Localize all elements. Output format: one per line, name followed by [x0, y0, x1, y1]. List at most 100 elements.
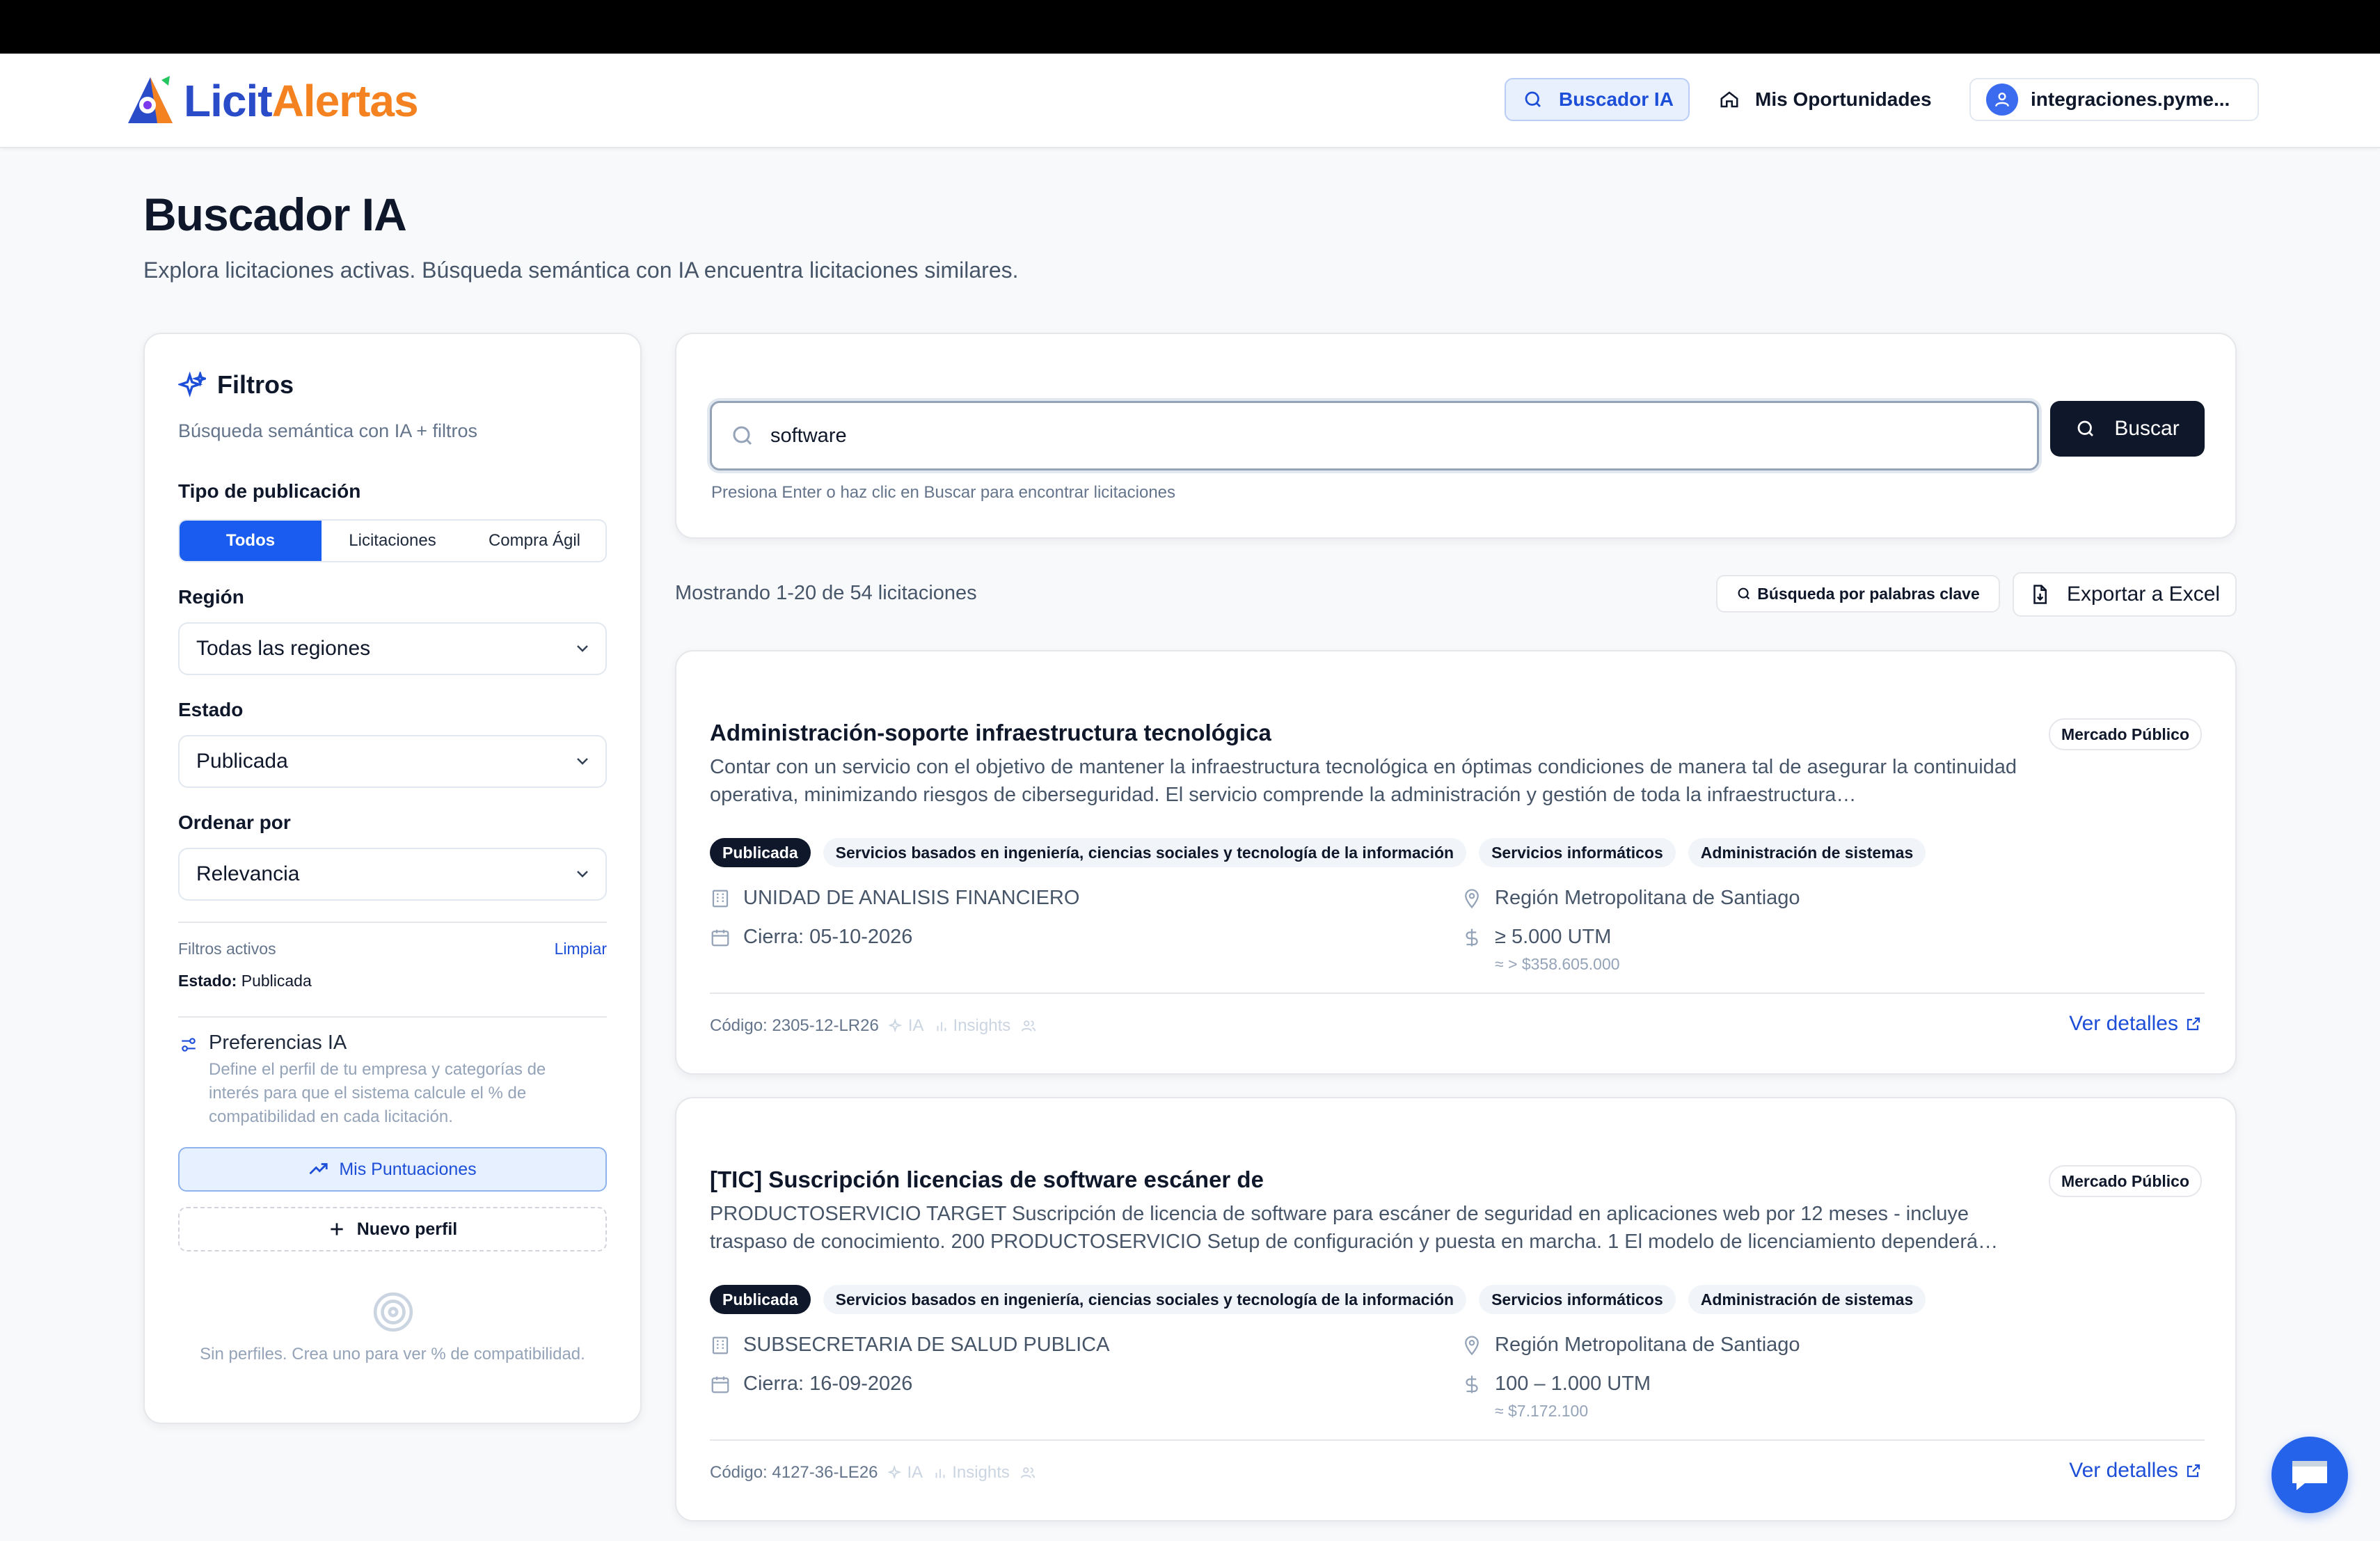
tipo-publicacion-segmented: Todos Licitaciones Compra Ágil	[178, 519, 607, 562]
result-close-date: Cierra: 05-10-2026	[710, 926, 912, 949]
ordenar-select-value: Relevancia	[196, 862, 300, 885]
mis-puntuaciones-label: Mis Puntuaciones	[339, 1159, 477, 1179]
result-code: Código: 4127-36-LE26	[710, 1463, 878, 1482]
tipo-publicacion-label: Tipo de publicación	[178, 480, 361, 502]
category-tag: Servicios informáticos	[1479, 1285, 1676, 1314]
insights-label: Insights	[953, 1016, 1011, 1035]
external-link-icon	[2187, 1017, 2200, 1031]
home-icon	[1720, 91, 1738, 108]
limpiar-link[interactable]: Limpiar	[555, 940, 607, 958]
sparkles-icon	[178, 372, 206, 397]
category-tag: Administración de sistemas	[1688, 838, 1926, 867]
mis-puntuaciones-button[interactable]: Mis Puntuaciones	[178, 1147, 607, 1192]
result-footer-meta: Código: 4127-36-LE26 IA Insights	[710, 1463, 1036, 1483]
organization-name: UNIDAD DE ANALISIS FINANCIERO	[743, 887, 1080, 909]
estado-select[interactable]: Publicada	[178, 735, 607, 788]
status-badge: Publicada	[710, 838, 811, 867]
result-amount: 100 – 1.000 UTM	[1461, 1373, 1651, 1396]
estado-select-value: Publicada	[196, 750, 288, 773]
category-tag: Servicios informáticos	[1479, 838, 1676, 867]
tipo-option-licitaciones[interactable]: Licitaciones	[322, 521, 463, 561]
ia-indicator: IA	[887, 1463, 923, 1483]
chevron-down-icon	[577, 645, 588, 652]
buscar-label: Buscar	[2114, 417, 2180, 440]
tipo-option-compra-agil[interactable]: Compra Ágil	[463, 521, 605, 561]
calendar-icon	[711, 1376, 729, 1393]
filters-subtitle: Búsqueda semántica con IA + filtros	[178, 420, 477, 441]
nav-buscador-ia[interactable]: Buscador IA	[1505, 78, 1690, 121]
amount-clp: ≈ > $358.605.000	[1495, 955, 1620, 973]
amount-clp: ≈ $7.172.100	[1495, 1402, 1589, 1420]
filters-panel: Filtros Búsqueda semántica con IA + filt…	[143, 333, 642, 1424]
search-icon	[733, 426, 752, 445]
search-input-value: software	[770, 424, 847, 447]
buscar-button[interactable]: Buscar	[2050, 401, 2205, 457]
bar-chart-icon	[935, 1469, 945, 1478]
category-tag: Administración de sistemas	[1688, 1285, 1926, 1314]
divider	[710, 1439, 2205, 1441]
divider	[178, 922, 607, 923]
chat-icon	[2292, 1461, 2327, 1490]
page-title: Buscador IA	[143, 189, 407, 240]
ordenar-label: Ordenar por	[178, 812, 291, 833]
dollar-icon	[1466, 1375, 1478, 1393]
results-count: Mostrando 1-20 de 54 licitaciones	[675, 582, 977, 604]
file-download-icon	[2033, 585, 2047, 604]
ver-detalles-link[interactable]: Ver detalles	[2069, 1459, 2202, 1483]
close-date: Cierra: 05-10-2026	[743, 926, 913, 948]
chevron-down-icon	[577, 871, 588, 878]
result-title[interactable]: [TIC] Suscripción licencias de software …	[710, 1167, 1264, 1193]
keyword-search-button[interactable]: Búsqueda por palabras clave	[1716, 575, 2000, 613]
divider	[710, 993, 2205, 994]
export-excel-label: Exportar a Excel	[2066, 583, 2221, 606]
brand-name-part2: Alertas	[271, 76, 419, 126]
page-subtitle: Explora licitaciones activas. Búsqueda s…	[143, 258, 1019, 283]
users-icon	[1020, 1467, 1036, 1478]
preferencias-ia-desc: Define el perfil de tu empresa y categor…	[209, 1060, 546, 1126]
ia-label: IA	[907, 1016, 924, 1035]
region-select-value: Todas las regiones	[196, 637, 371, 660]
nuevo-perfil-label: Nuevo perfil	[356, 1219, 458, 1239]
ver-detalles-link[interactable]: Ver detalles	[2069, 1012, 2202, 1036]
chat-widget-button[interactable]	[2271, 1437, 2348, 1513]
empty-profiles-text: Sin perfiles. Crea uno para ver % de com…	[200, 1345, 585, 1364]
source-badge: Mercado Público	[2048, 718, 2202, 750]
region-name: Región Metropolitana de Santiago	[1495, 1334, 1800, 1356]
result-description: Contar con un servicio con el objetivo d…	[710, 756, 2017, 806]
ver-detalles-label: Ver detalles	[2069, 1012, 2178, 1035]
external-link-icon	[2187, 1464, 2200, 1478]
search-card: software Buscar Presiona Enter o haz cli…	[675, 333, 2237, 539]
result-title[interactable]: Administración-soporte infraestructura t…	[710, 720, 1271, 746]
user-avatar-icon	[1986, 84, 2018, 116]
tipo-option-todos[interactable]: Todos	[180, 521, 322, 561]
result-card: Administración-soporte infraestructura t…	[675, 650, 2237, 1075]
active-filter-estado: Estado: Publicada	[178, 972, 312, 990]
organization-name: SUBSECRETARIA DE SALUD PUBLICA	[743, 1334, 1110, 1356]
export-excel-button[interactable]: Exportar a Excel	[2013, 572, 2237, 617]
brand-logo[interactable]: LicitAlertas	[124, 72, 419, 130]
map-pin-icon	[1465, 1335, 1479, 1355]
nuevo-perfil-button[interactable]: Nuevo perfil	[178, 1207, 607, 1251]
result-tags: Publicada Servicios basados en ingenierí…	[710, 1285, 1926, 1314]
result-organization: SUBSECRETARIA DE SALUD PUBLICA	[710, 1334, 1109, 1357]
amount-utm: 100 – 1.000 UTM	[1495, 1373, 1651, 1395]
source-badge: Mercado Público	[2048, 1165, 2202, 1197]
search-input[interactable]: software	[710, 401, 2039, 471]
keyword-search-label: Búsqueda por palabras clave	[1757, 584, 1980, 603]
amount-utm: ≥ 5.000 UTM	[1495, 926, 1612, 948]
chevron-down-icon	[577, 758, 588, 765]
brand-name-part1: Licit	[184, 76, 273, 126]
sliders-icon	[182, 1038, 196, 1052]
ordenar-select[interactable]: Relevancia	[178, 848, 607, 901]
map-pin-icon	[1465, 888, 1479, 908]
result-close-date: Cierra: 16-09-2026	[710, 1373, 912, 1396]
user-menu-button[interactable]: integraciones.pyme...	[1969, 78, 2259, 121]
result-amount: ≥ 5.000 UTM	[1461, 926, 1611, 949]
search-icon	[2077, 420, 2094, 436]
window-top-bar	[0, 0, 2380, 54]
region-select[interactable]: Todas las regiones	[178, 622, 607, 675]
result-region: Región Metropolitana de Santiago	[1461, 1334, 1800, 1357]
preferencias-ia-title: Preferencias IA	[209, 1032, 347, 1054]
nav-oportunidades-label: Mis Oportunidades	[1755, 88, 1932, 110]
nav-mis-oportunidades[interactable]: Mis Oportunidades	[1719, 78, 1949, 121]
